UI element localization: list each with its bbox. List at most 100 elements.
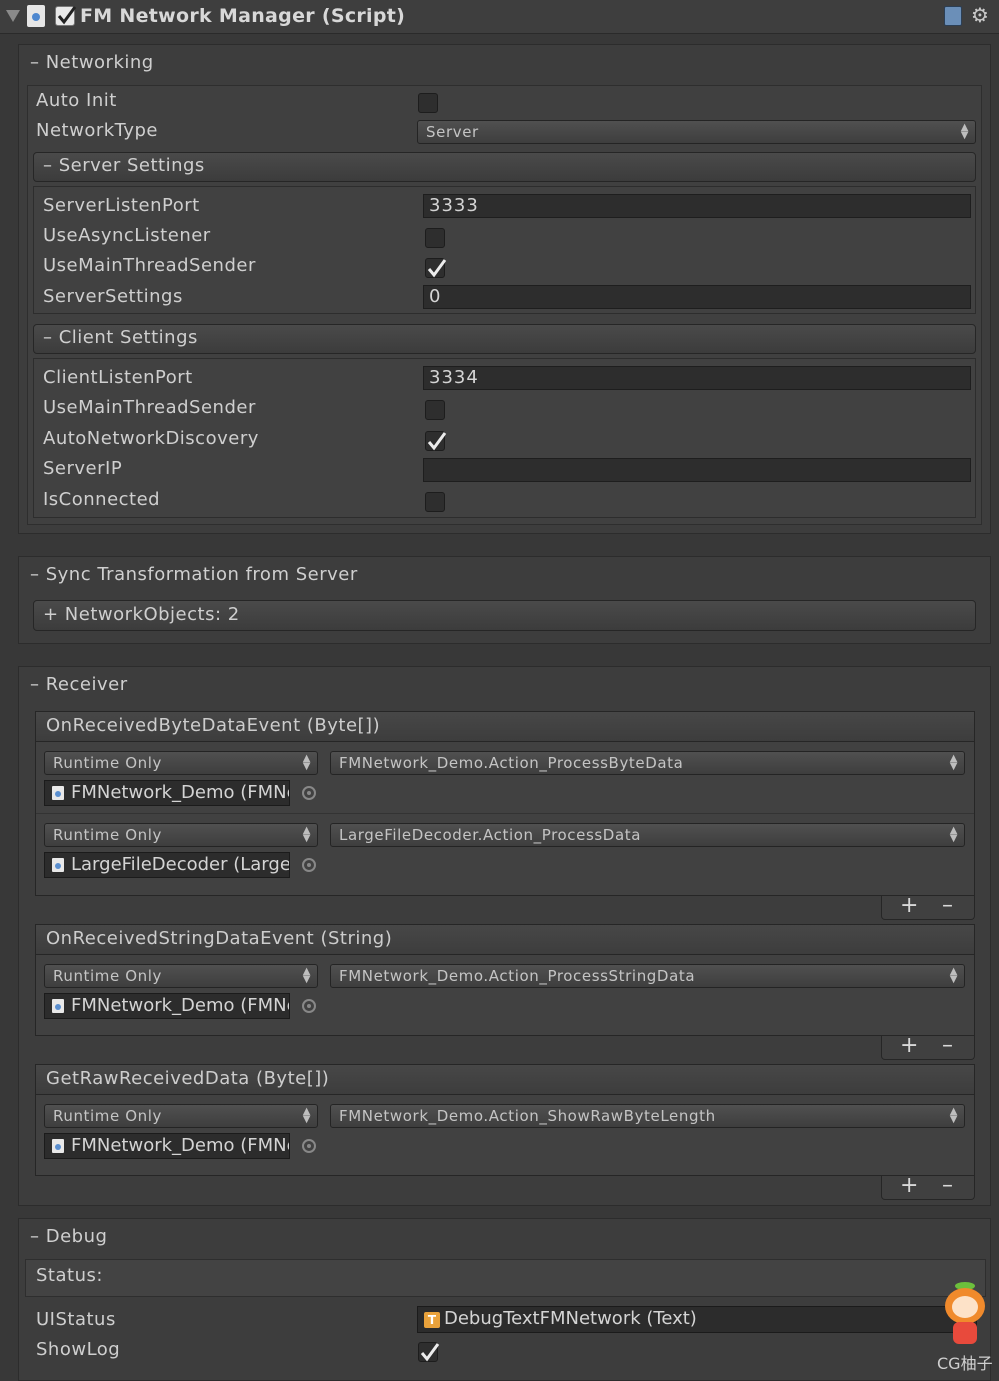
network-type-dropdown[interactable]: Server ▲ ▼ (417, 120, 976, 144)
network-type-label: NetworkType (36, 120, 158, 141)
help-book-icon[interactable] (944, 6, 962, 26)
status-label: Status: (36, 1265, 103, 1286)
script-icon (52, 858, 64, 872)
function-dropdown[interactable]: FMNetwork_Demo.Action_ShowRawByteLength … (330, 1104, 965, 1128)
function-value: FMNetwork_Demo.Action_ProcessByteData (339, 754, 684, 772)
component-header: FM Network Manager (Script) ⚙ (0, 0, 999, 34)
target-object-value: LargeFileDecoder (Large (71, 854, 290, 875)
component-title: FM Network Manager (Script) (80, 5, 406, 27)
text-component-icon: T (424, 1312, 440, 1328)
watermark-text: CG柚子 (937, 1354, 993, 1373)
sync-header[interactable]: – Sync Transformation from Server (30, 564, 358, 585)
is-connected-checkbox[interactable] (425, 492, 445, 512)
runtime-mode-value: Runtime Only (53, 967, 162, 985)
gear-icon[interactable]: ⚙ (971, 4, 989, 26)
dropdown-arrows-icon: ▲ ▼ (302, 753, 311, 772)
function-value: LargeFileDecoder.Action_ProcessData (339, 826, 642, 844)
event-title: GetRawReceivedData (Byte[]) (46, 1068, 330, 1089)
target-object-field[interactable]: FMNetwork_Demo (FMNe (44, 1133, 290, 1159)
dropdown-arrows-icon: ▲ ▼ (949, 966, 958, 985)
target-object-value: FMNetwork_Demo (FMNe (71, 1135, 290, 1156)
object-picker-icon[interactable] (302, 858, 316, 872)
event-header: OnReceivedByteDataEvent (Byte[]) (35, 711, 975, 742)
dropdown-arrows-icon: ▲ ▼ (949, 753, 958, 772)
remove-listener-button[interactable]: – (942, 1173, 953, 1198)
use-async-listener-checkbox[interactable] (425, 228, 445, 248)
function-dropdown[interactable]: FMNetwork_Demo.Action_ProcessByteData ▲ ▼ (330, 751, 965, 775)
network-objects-label: + NetworkObjects: 2 (43, 604, 240, 625)
watermark-mascot-icon (943, 1282, 987, 1344)
ui-status-field[interactable]: T DebugTextFMNetwork (Text) (417, 1306, 977, 1333)
auto-init-checkbox[interactable] (418, 93, 438, 113)
dropdown-arrows-icon: ▲ ▼ (302, 966, 311, 985)
target-object-field[interactable]: FMNetwork_Demo (FMNe (44, 993, 290, 1019)
server-settings-foldout[interactable]: – Server Settings (33, 152, 976, 182)
runtime-mode-dropdown[interactable]: Runtime Only ▲ ▼ (44, 751, 318, 775)
server-use-main-thread-label: UseMainThreadSender (43, 255, 256, 276)
script-icon (52, 999, 64, 1013)
object-picker-icon[interactable] (302, 1139, 316, 1153)
client-use-main-thread-label: UseMainThreadSender (43, 397, 256, 418)
ui-status-label: UIStatus (36, 1309, 116, 1330)
script-icon (27, 5, 45, 27)
debug-section: – Debug (18, 1218, 991, 1381)
function-dropdown[interactable]: FMNetwork_Demo.Action_ProcessStringData … (330, 964, 965, 988)
show-log-label: ShowLog (36, 1339, 121, 1360)
function-value: FMNetwork_Demo.Action_ShowRawByteLength (339, 1107, 716, 1125)
target-object-field[interactable]: LargeFileDecoder (Large (44, 852, 290, 878)
client-use-main-thread-checkbox[interactable] (425, 400, 445, 420)
add-remove-controls: + – (881, 893, 975, 920)
network-type-value: Server (426, 123, 479, 141)
foldout-arrow-icon[interactable] (6, 10, 20, 22)
event-title: OnReceivedStringDataEvent (String) (46, 928, 393, 949)
network-objects-foldout[interactable]: + NetworkObjects: 2 (33, 600, 976, 631)
auto-init-label: Auto Init (36, 90, 117, 111)
dropdown-arrows-icon: ▲ ▼ (949, 825, 958, 844)
event-header: GetRawReceivedData (Byte[]) (35, 1064, 975, 1095)
dropdown-arrows-icon: ▲ ▼ (949, 1106, 958, 1125)
is-connected-label: IsConnected (43, 489, 161, 510)
show-log-checkbox[interactable] (418, 1342, 440, 1362)
remove-listener-button[interactable]: – (942, 1033, 953, 1058)
auto-network-discovery-checkbox[interactable] (425, 431, 447, 451)
object-picker-icon[interactable] (302, 786, 316, 800)
function-dropdown[interactable]: LargeFileDecoder.Action_ProcessData ▲ ▼ (330, 823, 965, 847)
add-listener-button[interactable]: + (900, 893, 918, 918)
networking-header[interactable]: – Networking (30, 52, 154, 73)
target-object-value: FMNetwork_Demo (FMNe (71, 995, 290, 1016)
use-async-listener-label: UseAsyncListener (43, 225, 211, 246)
runtime-mode-value: Runtime Only (53, 826, 162, 844)
target-object-value: FMNetwork_Demo (FMNe (71, 782, 290, 803)
dropdown-arrows-icon: ▲ ▼ (302, 825, 311, 844)
runtime-mode-value: Runtime Only (53, 1107, 162, 1125)
runtime-mode-value: Runtime Only (53, 754, 162, 772)
remove-listener-button[interactable]: – (942, 893, 953, 918)
add-remove-controls: + – (881, 1173, 975, 1200)
server-settings-header: – Server Settings (43, 155, 205, 176)
server-ip-field[interactable] (423, 458, 971, 482)
event-header: OnReceivedStringDataEvent (String) (35, 924, 975, 955)
client-listen-port-field[interactable]: 3334 (423, 366, 971, 390)
add-remove-controls: + – (881, 1033, 975, 1060)
runtime-mode-dropdown[interactable]: Runtime Only ▲ ▼ (44, 1104, 318, 1128)
server-settings-field[interactable]: 0 (423, 285, 971, 309)
add-listener-button[interactable]: + (900, 1173, 918, 1198)
target-object-field[interactable]: FMNetwork_Demo (FMNe (44, 780, 290, 806)
client-settings-foldout[interactable]: – Client Settings (33, 324, 976, 354)
runtime-mode-dropdown[interactable]: Runtime Only ▲ ▼ (44, 823, 318, 847)
add-listener-button[interactable]: + (900, 1033, 918, 1058)
receiver-header[interactable]: – Receiver (30, 674, 128, 695)
event-title: OnReceivedByteDataEvent (Byte[]) (46, 715, 381, 736)
dropdown-arrows-icon: ▲ ▼ (302, 1106, 311, 1125)
ui-status-value: DebugTextFMNetwork (Text) (444, 1308, 697, 1329)
script-icon (52, 786, 64, 800)
runtime-mode-dropdown[interactable]: Runtime Only ▲ ▼ (44, 964, 318, 988)
server-use-main-thread-checkbox[interactable] (425, 258, 447, 278)
script-icon (52, 1139, 64, 1153)
debug-header[interactable]: – Debug (30, 1226, 107, 1247)
object-picker-icon[interactable] (302, 999, 316, 1013)
server-listen-port-field[interactable]: 3333 (423, 194, 971, 218)
dropdown-arrows-icon: ▲ ▼ (960, 122, 969, 141)
enabled-checkbox[interactable] (55, 6, 77, 26)
auto-network-discovery-label: AutoNetworkDiscovery (43, 428, 259, 449)
